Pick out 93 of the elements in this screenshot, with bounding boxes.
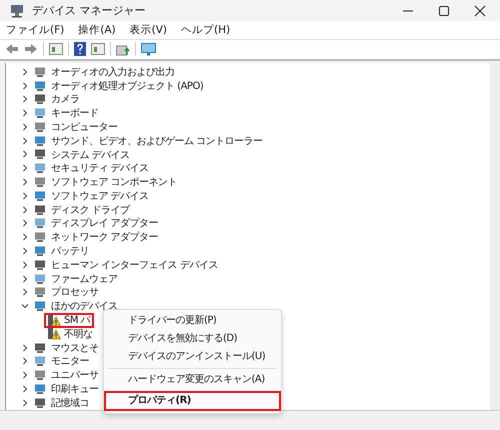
tree-item[interactable]: ネットワーク アダプター [51,230,158,244]
device-icon [34,272,46,285]
device-icon [34,369,46,382]
tree-item[interactable]: カメラ [51,92,80,106]
device-icon [34,231,46,244]
close-button[interactable] [474,4,486,17]
chevron-icon[interactable] [21,219,29,228]
tree-item[interactable]: ディスプレイ アダプター [51,216,158,230]
device-icon [34,148,46,160]
warning-device-icon [48,314,61,327]
chevron-icon[interactable] [21,68,29,76]
chevron-icon[interactable] [21,357,29,366]
properties-icon[interactable] [91,43,105,56]
device-icon [34,300,46,312]
context-menu-item[interactable]: デバイスを無効にする(D) [104,330,282,348]
device-icon [34,258,46,271]
chevron-icon[interactable] [21,136,29,145]
menu-item[interactable]: 操作(A) [78,22,116,37]
tree-item[interactable]: モニター [51,354,89,368]
device-icon [34,383,46,396]
chevron-icon[interactable] [21,233,29,242]
device-icon [34,162,46,174]
forward-arrow-icon[interactable] [24,43,38,56]
menu-item[interactable]: ファイル(F) [6,22,64,37]
device-icon [34,217,46,230]
chevron-icon[interactable] [21,398,29,407]
device-icon [34,107,46,120]
chevron-icon[interactable] [21,95,29,104]
chevron-icon[interactable] [21,82,29,90]
tree-item[interactable]: ほかのデバイス [51,299,118,314]
device-icon [34,93,46,106]
chevron-icon[interactable] [21,122,29,131]
tree-item[interactable]: バッテリ [51,244,89,258]
device-icon [34,342,46,354]
tree-item[interactable]: マウスとそ [51,340,98,355]
context-menu-item[interactable]: プロパティ(R) [104,390,282,411]
tree-item[interactable]: ユニバーサ [51,368,98,382]
device-icon [34,396,46,409]
menu-item[interactable]: ヘルプ(H) [181,22,230,37]
device-icon [34,176,46,188]
menu-item[interactable]: 表示(V) [130,22,168,37]
tree-item[interactable]: システム デバイス [51,148,130,162]
chevron-icon[interactable] [21,344,29,352]
help-icon[interactable] [74,42,86,56]
window-title: デバイス マネージャー [32,3,146,18]
chevron-icon[interactable] [21,192,29,200]
device-icon [34,134,46,147]
chevron-icon[interactable] [21,164,29,172]
tree-item[interactable]: オーディオの入力および出力 [51,64,174,79]
tree-item[interactable]: ヒューマン インターフェイス デバイス [51,258,218,272]
tree-item[interactable]: SM バ [44,312,94,328]
device-icon [34,355,46,368]
chevron-icon[interactable] [21,109,29,118]
device-icon [34,80,46,92]
tree-item[interactable]: セキュリティ デバイス [51,161,149,176]
context-menu-item[interactable]: ハードウェア変更のスキャン(A) [104,370,282,389]
tree-item[interactable]: ソフトウェア デバイス [51,188,149,203]
warning-device-icon [48,327,61,340]
tree-item[interactable]: コンピューター [51,120,118,134]
back-arrow-icon[interactable] [5,43,19,56]
device-manager-icon [10,4,24,18]
chevron-icon[interactable] [21,371,29,380]
chevron-icon[interactable] [21,274,29,283]
device-icon [34,286,46,298]
tree-item[interactable]: ファームウェア [51,272,118,286]
chevron-icon[interactable] [21,302,29,310]
chevron-icon[interactable] [21,150,29,158]
chevron-icon[interactable] [21,178,29,186]
device-icon [34,245,46,258]
device-icon [34,120,46,133]
tree-item[interactable]: ディスク ドライブ [51,202,130,217]
chevron-icon[interactable] [21,385,29,394]
chevron-icon[interactable] [21,247,29,256]
monitor-icon[interactable] [141,42,156,56]
tree-item[interactable]: 記憶域コ [51,396,89,410]
chevron-icon[interactable] [21,206,29,214]
maximize-button[interactable] [438,4,450,17]
update-driver-icon[interactable] [116,42,130,56]
tree-item[interactable]: キーボード [51,106,98,120]
tree-item[interactable]: オーディオ処理オブジェクト (APO) [51,78,204,93]
tree-item[interactable]: 印刷キュー [51,382,98,396]
context-menu-item[interactable]: ドライバーの更新(P) [104,312,282,330]
device-icon [34,204,46,216]
tree-item[interactable]: ソフトウェア コンポーネント [51,175,178,190]
chevron-icon[interactable] [21,260,29,269]
properties-icon[interactable] [49,43,63,56]
device-icon [34,190,46,202]
chevron-icon[interactable] [21,288,29,296]
tree-item[interactable]: 不明な [44,326,96,342]
tree-item[interactable]: プロセッサ [51,285,98,300]
context-menu-item[interactable]: デバイスのアンインストール(U) [104,348,282,366]
tree-item[interactable]: サウンド、ビデオ、およびゲーム コントローラー [51,134,263,148]
device-icon [34,66,46,78]
